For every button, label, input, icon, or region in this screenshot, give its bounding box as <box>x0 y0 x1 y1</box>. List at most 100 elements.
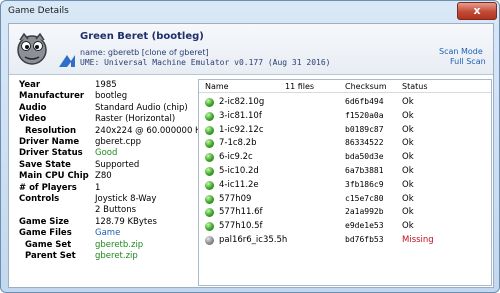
detail-label: # of Players <box>19 182 77 193</box>
detail-value: 240x224 @ 60.000000 Hz <box>95 125 206 136</box>
ume-logo-icon <box>59 55 75 67</box>
ok-status-icon <box>205 139 214 149</box>
ok-status-icon <box>205 98 214 107</box>
detail-label: Audio <box>19 102 47 113</box>
ok-status-icon <box>205 194 214 204</box>
file-status: Ok <box>402 124 414 135</box>
ume-version-line: UME: Universal Machine Emulator v0.177 (… <box>80 58 331 67</box>
file-row[interactable]: 577h10.5f e9de1e53 Ok <box>199 220 491 233</box>
column-name[interactable]: Name <box>205 82 229 91</box>
detail-label: Save State <box>19 159 71 170</box>
file-status: Ok <box>402 221 414 232</box>
detail-label: Driver Status <box>19 148 83 159</box>
game-details-window: Game Details x Green Beret (bootleg) nam… <box>0 0 500 293</box>
detail-label: Driver Name <box>19 137 80 147</box>
ok-status-icon <box>205 153 214 163</box>
file-status: Ok <box>402 97 414 107</box>
file-count: 11 files <box>285 82 315 91</box>
scan-mode-link[interactable]: Scan Mode <box>439 47 483 56</box>
file-checksum: bda50d3e <box>345 152 384 162</box>
detail-label: Game Set <box>25 239 72 250</box>
file-name: 7-1c8.2b <box>219 138 257 149</box>
file-row[interactable]: 7-1c8.2b 86334522 Ok <box>199 137 491 150</box>
detail-label: Controls <box>19 194 60 204</box>
file-checksum: c15e7c80 <box>345 193 384 203</box>
detail-value: Supported <box>95 159 140 170</box>
game-header: Green Beret (bootleg) name: gberetb [clo… <box>9 24 493 75</box>
detail-label: Manufacturer <box>19 91 85 102</box>
ok-status-icon <box>205 167 214 176</box>
file-status: Ok <box>402 110 414 121</box>
file-checksum: 2a1a992b <box>345 207 384 217</box>
detail-label: Video <box>19 114 47 125</box>
close-button[interactable]: x <box>457 2 497 20</box>
game-title: Green Beret (bootleg) <box>80 31 204 42</box>
ok-status-icon <box>205 208 214 218</box>
detail-value: Raster (Horizontal) <box>95 114 176 125</box>
detail-label: Game Files <box>19 228 72 239</box>
file-name: 3-ic81.10f <box>219 110 262 121</box>
detail-label: Parent Set <box>25 251 76 261</box>
ok-status-icon <box>205 111 214 121</box>
file-checksum: f1520a0a <box>345 110 384 120</box>
file-name: 2-ic82.10g <box>219 97 265 107</box>
detail-value: Z80 <box>95 171 112 182</box>
file-name: 577h10.5f <box>219 221 263 232</box>
file-row[interactable]: 3-ic81.10f f1520a0a Ok <box>199 110 491 123</box>
file-name: 577h11.6f <box>219 207 263 218</box>
detail-label: Resolution <box>25 125 77 136</box>
detail-value[interactable]: Game <box>95 228 120 239</box>
ok-status-icon <box>205 180 214 190</box>
column-checksum[interactable]: Checksum <box>345 82 387 91</box>
full-scan-link[interactable]: Full Scan <box>450 57 486 66</box>
file-row[interactable]: 4-ic11.2e 3fb186c9 Ok <box>199 179 491 192</box>
file-row[interactable]: 2-ic82.10g 6d6fb494 Ok <box>199 96 491 109</box>
detail-value: bootleg <box>95 91 128 102</box>
file-status: Missing <box>402 235 434 245</box>
file-checksum: e9de1e53 <box>345 221 384 231</box>
file-checksum: 86334522 <box>345 138 384 148</box>
detail-value[interactable]: gberetb.zip <box>95 240 143 251</box>
file-name: 577h09 <box>219 193 252 204</box>
file-checksum: 6a7b3881 <box>345 166 384 175</box>
file-name: 5-ic10.2d <box>219 166 259 176</box>
client-area: Green Beret (bootleg) name: gberetb [clo… <box>8 23 494 288</box>
game-mascot-icon <box>17 32 47 65</box>
file-row[interactable]: 6-ic9.2c bda50d3e Ok <box>199 151 491 164</box>
file-name: 6-ic9.2c <box>219 152 253 163</box>
file-row[interactable]: 1-ic92.12c b0189c87 Ok <box>199 124 491 137</box>
file-checksum: b0189c87 <box>345 124 384 134</box>
detail-value: 2 Buttons <box>95 205 137 216</box>
detail-value: Joystick 8-Way <box>95 194 157 204</box>
column-status[interactable]: Status <box>402 82 428 91</box>
file-row[interactable]: 5-ic10.2d 6a7b3881 Ok <box>199 165 491 178</box>
file-status: Ok <box>402 166 414 176</box>
missing-status-icon <box>205 236 214 245</box>
window-title: Game Details <box>8 6 69 16</box>
file-name: 4-ic11.2e <box>219 179 259 190</box>
detail-value: Standard Audio (chip) <box>95 102 188 113</box>
detail-value: Good <box>95 148 118 159</box>
title-bar[interactable]: Game Details x <box>1 1 499 23</box>
ok-status-icon <box>205 125 214 135</box>
detail-value: 128.79 KBytes <box>95 216 157 227</box>
detail-label: Year <box>19 80 41 90</box>
file-status: Ok <box>402 179 414 190</box>
file-checksum: bd76fb53 <box>345 235 384 244</box>
file-checksum: 3fb186c9 <box>345 179 384 189</box>
file-checksum: 6d6fb494 <box>345 97 384 106</box>
game-name-line: name: gberetb [clone of gberet] <box>80 48 209 57</box>
files-table[interactable]: Name 11 files Checksum Status 2-ic82.10g… <box>198 79 492 286</box>
detail-value[interactable]: gberet.zip <box>95 251 138 262</box>
file-name: 1-ic92.12c <box>219 124 264 135</box>
file-status: Ok <box>402 193 414 204</box>
detail-label: Main CPU Chip <box>19 171 89 182</box>
files-table-header: Name 11 files Checksum Status <box>199 80 491 93</box>
file-row[interactable]: pal16r6_ic35.5h bd76fb53 Missing <box>199 234 491 247</box>
file-status: Ok <box>402 138 414 149</box>
ok-status-icon <box>205 222 214 232</box>
file-name: pal16r6_ic35.5h <box>219 235 288 245</box>
file-row[interactable]: 577h11.6f 2a1a992b Ok <box>199 206 491 219</box>
file-status: Ok <box>402 207 414 218</box>
file-row[interactable]: 577h09 c15e7c80 Ok <box>199 193 491 206</box>
